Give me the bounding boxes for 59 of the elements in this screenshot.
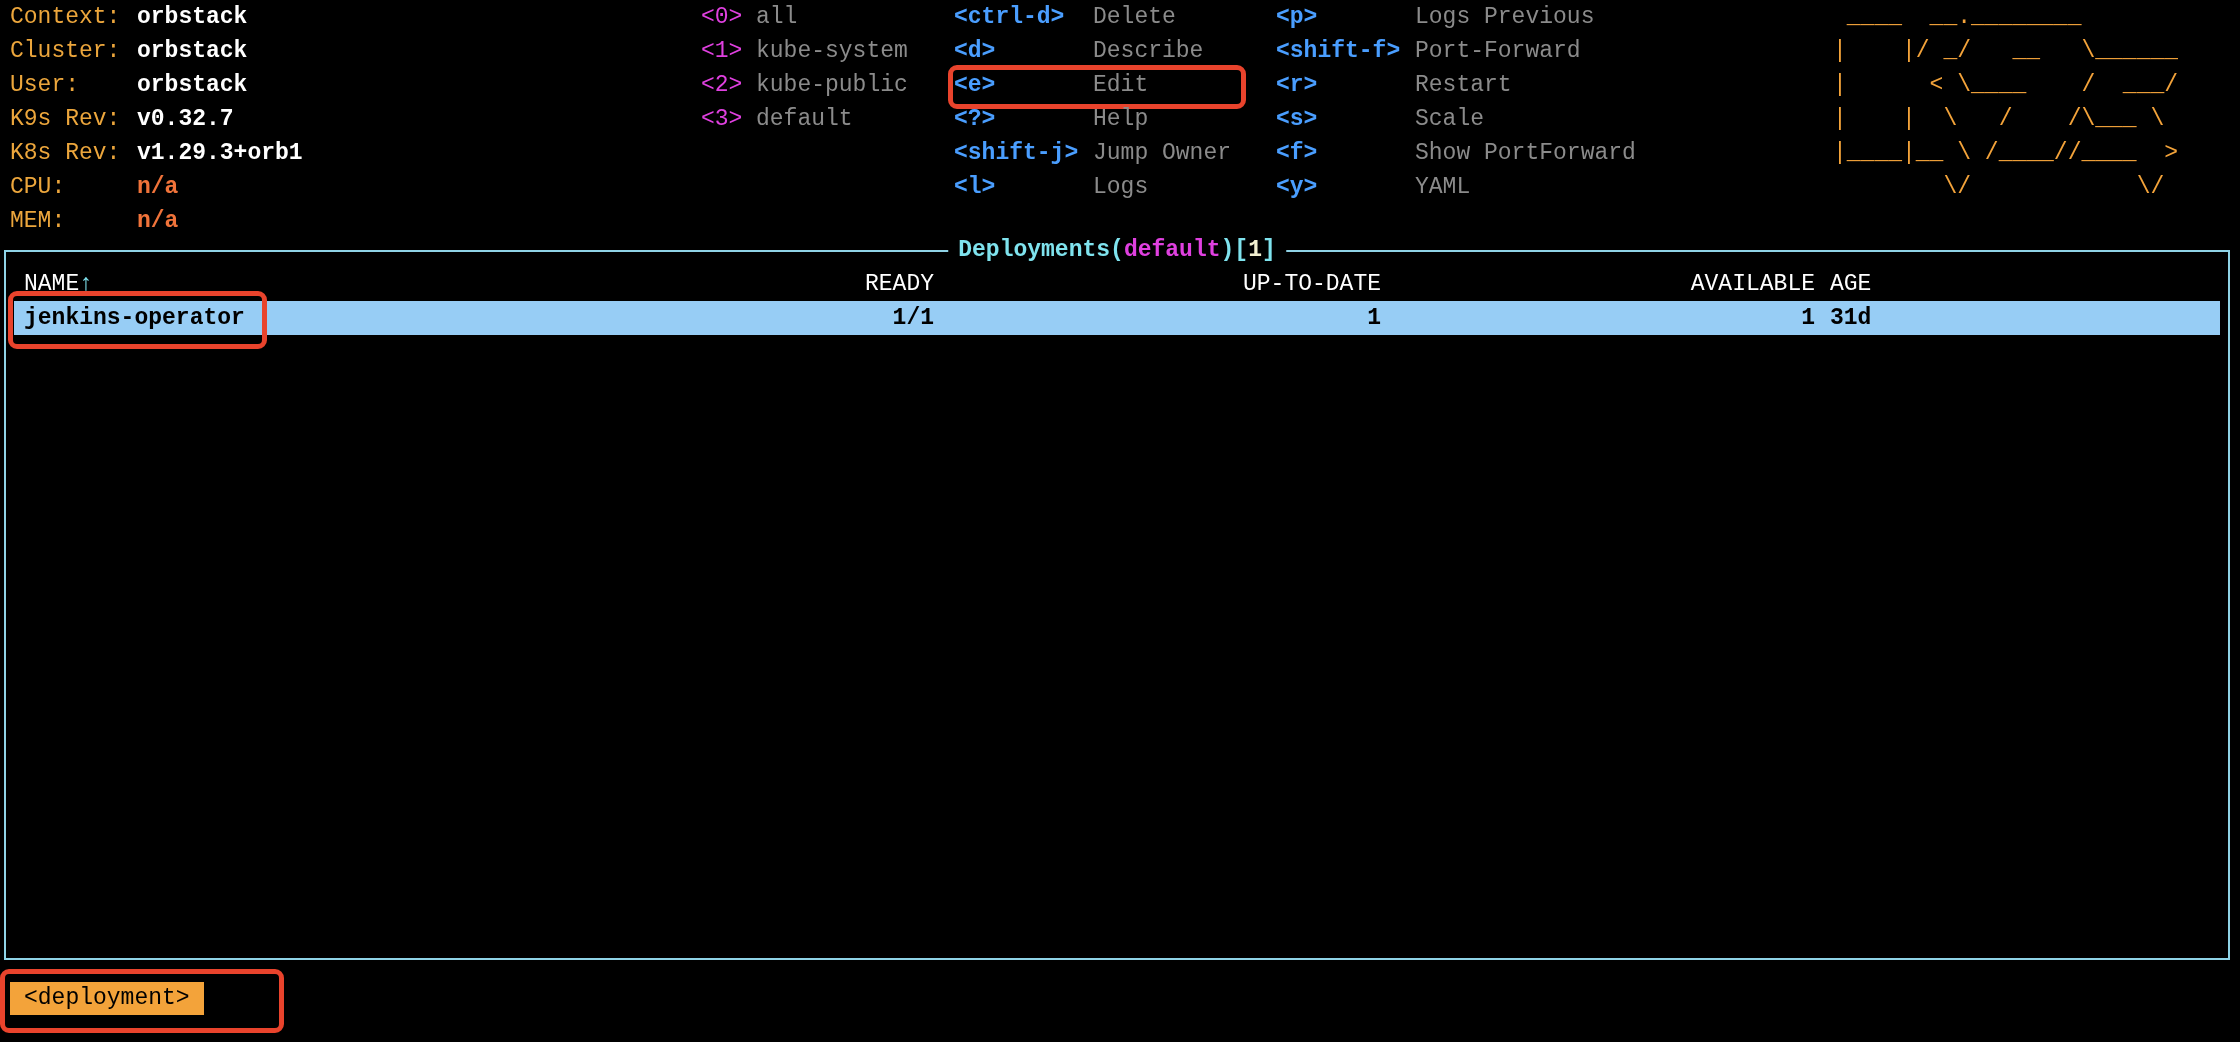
- table-row[interactable]: jenkins-operator 1/1 1 1 31d: [14, 301, 2220, 335]
- namespace-label: all: [756, 4, 798, 30]
- info-value: n/a: [137, 208, 179, 234]
- info-value: orbstack: [137, 4, 248, 30]
- table-cell: jenkins-operator: [24, 305, 245, 331]
- shortcut-action: YAML: [1415, 174, 1471, 200]
- table-cell: 1: [1367, 305, 1381, 331]
- namespace-label: kube-system: [756, 38, 908, 64]
- shortcut-key: <f>: [1276, 136, 1415, 170]
- info-label: K9s Rev:: [10, 105, 122, 134]
- column-header: NAME↑: [24, 270, 95, 299]
- shortcut-action: Logs Previous: [1415, 4, 1595, 30]
- column-header: AGE: [1829, 270, 1873, 299]
- shortcut-key: <3>: [701, 102, 756, 136]
- shortcut-key: <s>: [1276, 102, 1415, 136]
- shortcut-action: Show PortForward: [1415, 140, 1636, 166]
- shortcut-action: Port-Forward: [1415, 38, 1581, 64]
- info-value: n/a: [137, 174, 179, 200]
- shortcut-action: Restart: [1415, 72, 1512, 98]
- shortcut-action: Help: [1093, 106, 1149, 132]
- shortcut-key: <1>: [701, 34, 756, 68]
- shortcut-action: Edit: [1093, 72, 1149, 98]
- info-value: orbstack: [137, 38, 248, 64]
- shortcut-key: <?>: [954, 102, 1093, 136]
- column-header: READY: [864, 270, 934, 299]
- namespace-label: kube-public: [756, 72, 908, 98]
- shortcut-key: <2>: [701, 68, 756, 102]
- shortcut-key: <e>: [954, 68, 1093, 102]
- table-cell: 1/1: [892, 305, 934, 331]
- info-label: Context:: [10, 3, 122, 32]
- shortcut-action: Delete: [1093, 4, 1176, 30]
- namespace-label: default: [756, 106, 853, 132]
- shortcut-key: <shift-f>: [1276, 34, 1415, 68]
- column-header: UP-TO-DATE: [1241, 270, 1381, 299]
- table-cell: 1: [1801, 305, 1815, 331]
- shortcut-key: <l>: [954, 170, 1093, 204]
- info-value: v1.29.3+orb1: [137, 140, 303, 166]
- shortcut-key: <0>: [701, 0, 756, 34]
- logo-art: ____ __.________ | |/ _/ __ \______ | < \____ / ___/ | | \ / /\___ \ |____|__ \ /____//____ > \/ \/: [1833, 3, 2179, 202]
- breadcrumb: <deployment>: [10, 982, 204, 1015]
- shortcut-key: <y>: [1276, 170, 1415, 204]
- shortcut-key: <r>: [1276, 68, 1415, 102]
- info-value: orbstack: [137, 72, 248, 98]
- shortcut-action: Logs: [1093, 174, 1149, 200]
- info-label: MEM:: [10, 207, 67, 236]
- info-label: User:: [10, 71, 80, 100]
- shortcut-key: <d>: [954, 34, 1093, 68]
- shortcut-key: <shift-j>: [954, 136, 1093, 170]
- shortcut-key: <p>: [1276, 0, 1415, 34]
- info-label: Cluster:: [10, 37, 122, 66]
- info-label: K8s Rev:: [10, 139, 122, 168]
- info-value: v0.32.7: [137, 106, 234, 132]
- shortcut-action: Describe: [1093, 38, 1204, 64]
- info-label: CPU:: [10, 173, 67, 202]
- table-cell: 31d: [1830, 305, 1872, 331]
- shortcut-action: Jump Owner: [1093, 140, 1232, 166]
- shortcut-key: <ctrl-d>: [954, 0, 1093, 34]
- column-header: AVAILABLE: [1689, 270, 1815, 299]
- shortcut-action: Scale: [1415, 106, 1484, 132]
